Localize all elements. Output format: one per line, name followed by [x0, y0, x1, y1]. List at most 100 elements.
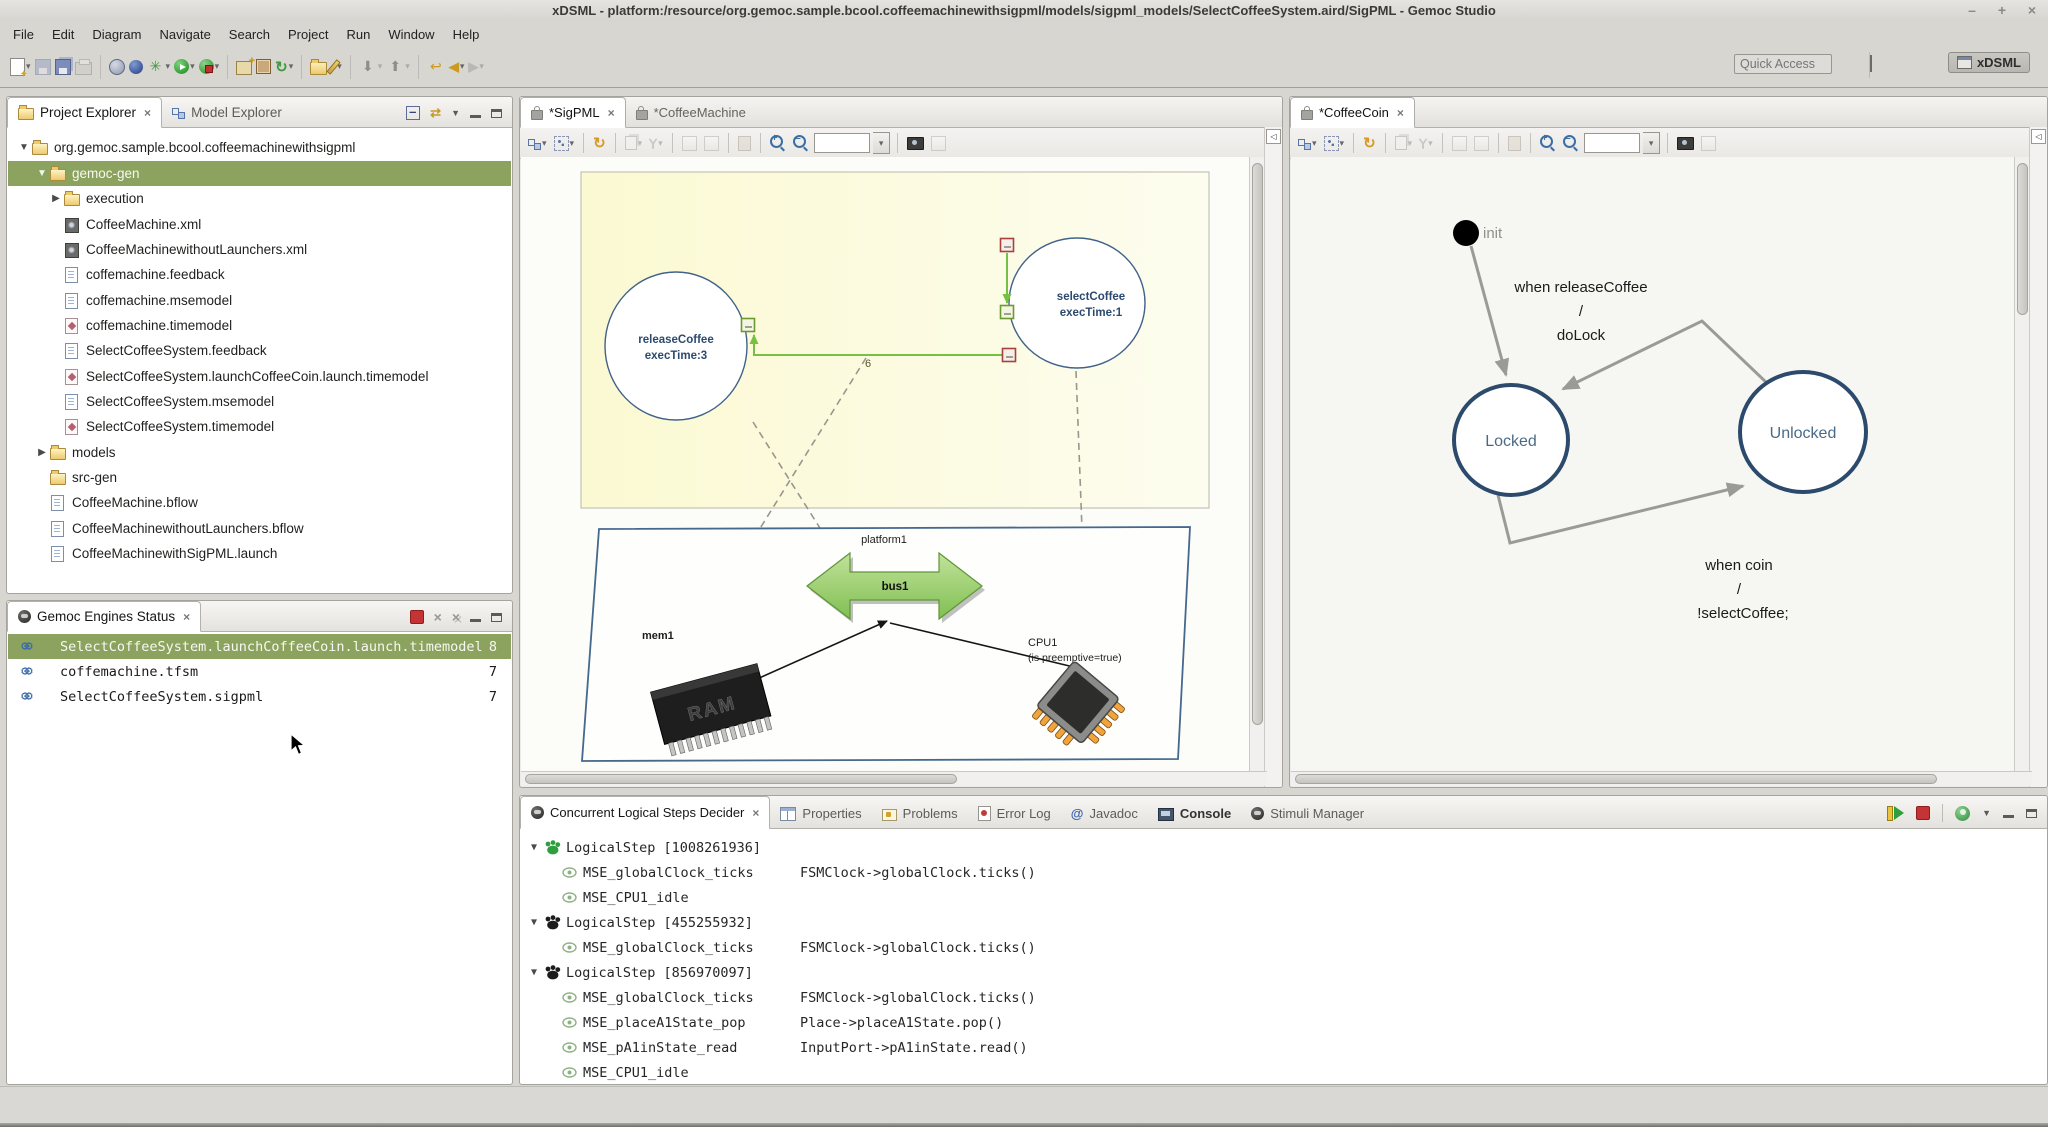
- plugin-button[interactable]: [254, 55, 273, 79]
- mse-row[interactable]: MSE_CPU1_idle: [520, 885, 2047, 910]
- zoom-out-button[interactable]: [791, 132, 811, 154]
- sigpml-vertical-scrollbar[interactable]: [1249, 157, 1265, 773]
- actor-selectcoffee[interactable]: [1009, 238, 1145, 368]
- menu-file[interactable]: File: [4, 24, 43, 45]
- print-button[interactable]: [73, 55, 94, 79]
- mse-row[interactable]: MSE_pA1inState_read InputPort->pA1inStat…: [520, 1035, 2047, 1060]
- copy-appearance-button[interactable]: ▾: [1393, 132, 1415, 154]
- zoom-in-button[interactable]: [1538, 132, 1558, 154]
- step-button[interactable]: [1887, 806, 1904, 821]
- quick-access-input[interactable]: [1734, 54, 1832, 74]
- minimize-view-button[interactable]: [470, 115, 481, 118]
- profile-button[interactable]: ▾: [197, 55, 222, 79]
- tab-gemoc-engines-status[interactable]: Gemoc Engines Status ×: [7, 601, 201, 632]
- initial-state-node[interactable]: [1453, 220, 1479, 246]
- tab-javadoc[interactable]: @Javadoc: [1061, 799, 1148, 828]
- tree-item-scs-feedback[interactable]: SelectCoffeeSystem.feedback: [8, 338, 511, 363]
- show-element-button[interactable]: [702, 132, 721, 154]
- export-image-button[interactable]: [1675, 132, 1696, 154]
- distribute-button[interactable]: ⅄▾: [1417, 132, 1434, 154]
- copy-appearance-button[interactable]: ▾: [623, 132, 645, 154]
- menu-window[interactable]: Window: [379, 24, 443, 45]
- tab-sigpml[interactable]: *SigPML ×: [520, 97, 626, 128]
- save-button[interactable]: [33, 55, 53, 79]
- close-icon[interactable]: ×: [183, 610, 190, 624]
- zoom-in-button[interactable]: [768, 132, 788, 154]
- layers-button[interactable]: [929, 132, 948, 154]
- coffeecoin-vertical-scrollbar[interactable]: [2014, 157, 2030, 773]
- close-icon[interactable]: ×: [608, 106, 615, 120]
- open-perspective-button[interactable]: [1870, 56, 1872, 71]
- tab-coffeemachine[interactable]: *CoffeeMachine: [626, 98, 756, 127]
- engine-row-tfsm[interactable]: ⚙⚙ coffemachine.tfsm 7: [8, 659, 511, 684]
- prev-annotation-button[interactable]: ⬆▾: [384, 55, 412, 79]
- actor-releasecoffee[interactable]: [605, 272, 747, 420]
- distribute-button[interactable]: ⅄▾: [647, 132, 664, 154]
- show-element-button[interactable]: [1472, 132, 1491, 154]
- tab-coffeecoin[interactable]: *CoffeeCoin ×: [1290, 97, 1415, 128]
- next-annotation-button[interactable]: ⬇▾: [357, 55, 385, 79]
- mse-row[interactable]: MSE_placeA1State_pop Place->placeA1State…: [520, 1010, 2047, 1035]
- java-app-button[interactable]: [127, 55, 145, 79]
- expand-icon[interactable]: ▼: [34, 168, 50, 179]
- tab-properties[interactable]: Properties: [770, 799, 871, 828]
- zoom-out-button[interactable]: [1561, 132, 1581, 154]
- expand-icon[interactable]: ▶: [34, 447, 50, 458]
- tree-item-execution[interactable]: ▶execution: [8, 186, 511, 211]
- filters-button[interactable]: ▾: [552, 132, 577, 154]
- window-maximize-button[interactable]: +: [1994, 2, 2010, 18]
- tree-item-src-gen[interactable]: src-gen: [8, 465, 511, 490]
- coverage-button[interactable]: [107, 55, 127, 79]
- tab-error-log[interactable]: Error Log: [968, 799, 1061, 828]
- menu-edit[interactable]: Edit: [43, 24, 83, 45]
- tree-item-msemodel[interactable]: coffemachine.msemodel: [8, 288, 511, 313]
- zoom-level-combo[interactable]: [814, 133, 870, 153]
- run-button[interactable]: ▾: [172, 55, 197, 79]
- window-minimize-button[interactable]: –: [1964, 2, 1980, 18]
- layers-button[interactable]: [1699, 132, 1718, 154]
- tree-item-project-root[interactable]: ▼org.gemoc.sample.bcool.coffeemachinewit…: [8, 135, 511, 160]
- mse-row[interactable]: MSE_globalClock_ticks FSMClock->globalCl…: [520, 860, 2047, 885]
- menu-help[interactable]: Help: [444, 24, 489, 45]
- filters-button[interactable]: ▾: [1322, 132, 1347, 154]
- close-icon[interactable]: ×: [752, 806, 759, 820]
- expand-icon[interactable]: ▼: [526, 842, 542, 853]
- hide-element-button[interactable]: [680, 132, 699, 154]
- perspective-xdsml-button[interactable]: xDSML: [1948, 52, 2030, 73]
- maximize-view-button[interactable]: [491, 109, 502, 118]
- tab-project-explorer[interactable]: Project Explorer ×: [7, 97, 162, 128]
- transition-locked-unlocked[interactable]: [1498, 486, 1743, 543]
- maximize-view-button[interactable]: [491, 613, 502, 622]
- menu-project[interactable]: Project: [279, 24, 337, 45]
- mark-occurrences-button[interactable]: ▾: [329, 55, 344, 79]
- stop-button[interactable]: [1916, 806, 1930, 820]
- link-with-editor-button[interactable]: ⇄: [430, 105, 441, 121]
- tree-item-bflow2[interactable]: CoffeeMachinewithoutLaunchers.bflow: [8, 516, 511, 541]
- tree-item-coffeemachine-xml[interactable]: CoffeeMachine.xml: [8, 212, 511, 237]
- refresh-diagram-button[interactable]: ↻: [1361, 132, 1378, 154]
- stop-engine-button[interactable]: [410, 610, 424, 624]
- tab-stimuli-manager[interactable]: Stimuli Manager: [1241, 799, 1374, 828]
- expand-icon[interactable]: ▼: [526, 967, 542, 978]
- tree-item-scs-timemodel[interactable]: SelectCoffeeSystem.timemodel: [8, 414, 511, 439]
- heuristic-shield-icon[interactable]: [1955, 806, 1970, 821]
- logical-step-row[interactable]: ▼ LogicalStep [1008261936]: [520, 835, 2047, 860]
- tab-problems[interactable]: Problems: [872, 799, 968, 828]
- tab-logical-steps-decider[interactable]: Concurrent Logical Steps Decider ×: [520, 796, 770, 829]
- hide-element-button[interactable]: [1450, 132, 1469, 154]
- menu-navigate[interactable]: Navigate: [150, 24, 219, 45]
- expand-icon[interactable]: ▼: [526, 917, 542, 928]
- zoom-level-combo[interactable]: [1584, 133, 1640, 153]
- mse-row[interactable]: MSE_globalClock_ticks FSMClock->globalCl…: [520, 935, 2047, 960]
- init-transition[interactable]: [1471, 246, 1506, 375]
- last-edit-location-button[interactable]: ↩: [425, 55, 447, 79]
- paste-layout-button[interactable]: [1506, 132, 1523, 154]
- logical-step-row[interactable]: ▼ LogicalStep [455255932]: [520, 910, 2047, 935]
- menu-diagram[interactable]: Diagram: [83, 24, 150, 45]
- tree-item-coffeemachine-wol-xml[interactable]: CoffeeMachinewithoutLaunchers.xml: [8, 237, 511, 262]
- tree-item-gemoc-gen[interactable]: ▼gemoc-gen: [8, 161, 511, 186]
- sigpml-canvas[interactable]: platform1 bus1 mem1 RAM: [521, 157, 1252, 773]
- collapse-all-button[interactable]: [406, 106, 420, 120]
- new-wizard-button[interactable]: [234, 55, 254, 79]
- tab-console[interactable]: Console: [1148, 799, 1241, 828]
